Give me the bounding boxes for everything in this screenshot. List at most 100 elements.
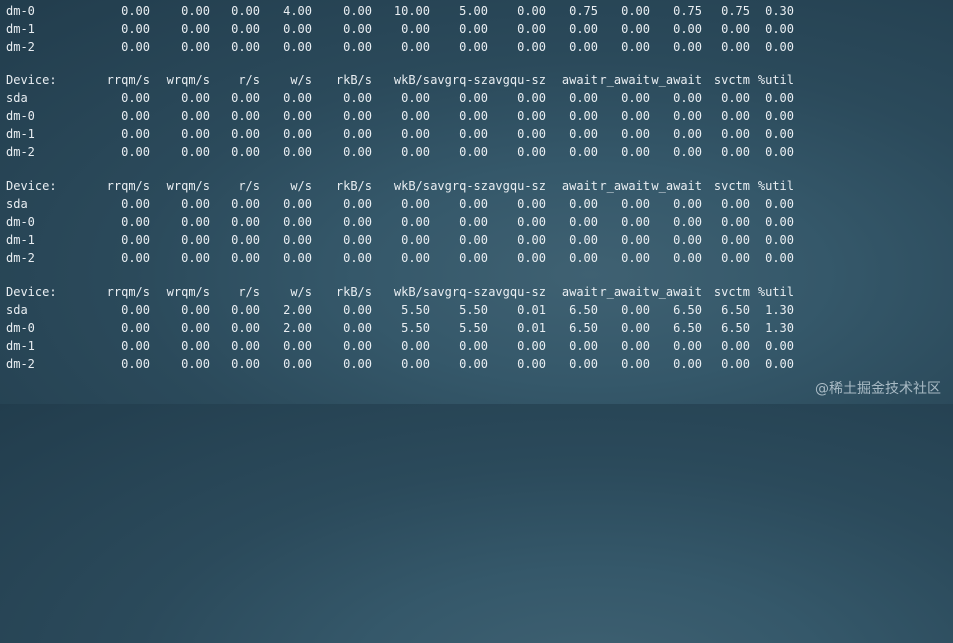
value-cell: 0.00: [517, 127, 546, 141]
value-cell: 4.00: [283, 4, 312, 18]
device-name: dm-1: [6, 233, 35, 247]
value-cell: 0.00: [283, 233, 312, 247]
value-cell: 0.00: [621, 91, 650, 105]
value-cell: 0.00: [121, 251, 150, 265]
iostat-row-dm-2: dm-2 0.00 0.00 0.00 0.00 0.00 0.00 0.00 …: [0, 249, 953, 267]
device-name: dm-0: [6, 109, 35, 123]
header-cell: avgqu-sz: [488, 285, 546, 299]
iostat-row-sda: sda 0.00 0.00 0.00 0.00 0.00 0.00 0.00 0…: [0, 195, 953, 213]
value-cell: 0.00: [569, 197, 598, 211]
value-cell: 0.00: [517, 4, 546, 18]
header-cell: w/s: [290, 179, 312, 193]
iostat-row-dm-0: dm-0 0.00 0.00 0.00 0.00 0.00 0.00 0.00 …: [0, 213, 953, 231]
value-cell: 1.30: [765, 321, 794, 335]
value-cell: 0.00: [621, 339, 650, 353]
value-cell: 0.00: [459, 109, 488, 123]
iostat-header: Device: rrqm/s wrqm/s r/s w/s rkB/s wkB/…: [0, 177, 953, 195]
value-cell: 0.00: [673, 357, 702, 371]
header-cell: avgrq-sz: [430, 179, 488, 193]
value-cell: 0.00: [517, 215, 546, 229]
value-cell: 0.00: [121, 109, 150, 123]
value-cell: 0.00: [231, 91, 260, 105]
value-cell: 0.00: [765, 339, 794, 353]
terminal-output[interactable]: dm-0 0.00 0.00 0.00 4.00 0.00 10.00 5.00…: [0, 0, 953, 404]
value-cell: 0.00: [181, 22, 210, 36]
value-cell: 0.00: [721, 127, 750, 141]
value-cell: 0.00: [343, 145, 372, 159]
value-cell: 0.00: [343, 109, 372, 123]
value-cell: 0.00: [121, 40, 150, 54]
value-cell: 0.00: [673, 339, 702, 353]
value-cell: 0.00: [517, 40, 546, 54]
value-cell: 0.00: [765, 40, 794, 54]
header-cell: w_await: [651, 285, 702, 299]
value-cell: 0.00: [621, 4, 650, 18]
header-cell: avgrq-sz: [430, 285, 488, 299]
value-cell: 0.00: [621, 127, 650, 141]
value-cell: 0.00: [283, 22, 312, 36]
header-cell: rrqm/s: [106, 73, 150, 87]
value-cell: 0.00: [673, 127, 702, 141]
value-cell: 0.00: [721, 197, 750, 211]
value-cell: 0.00: [721, 215, 750, 229]
value-cell: 0.00: [283, 339, 312, 353]
value-cell: 0.00: [765, 22, 794, 36]
value-cell: 0.00: [765, 127, 794, 141]
header-cell: rrqm/s: [106, 285, 150, 299]
iostat-row-dm-0: dm-0 0.00 0.00 0.00 4.00 0.00 10.00 5.00…: [0, 2, 953, 20]
value-cell: 0.00: [401, 91, 430, 105]
value-cell: 0.00: [121, 215, 150, 229]
value-cell: 0.00: [401, 197, 430, 211]
header-cell: avgqu-sz: [488, 73, 546, 87]
value-cell: 0.00: [181, 109, 210, 123]
value-cell: 0.00: [231, 127, 260, 141]
value-cell: 0.00: [673, 145, 702, 159]
value-cell: 0.00: [621, 215, 650, 229]
iostat-header: Device: rrqm/s wrqm/s r/s w/s rkB/s wkB/…: [0, 283, 953, 301]
iostat-row-dm-1: dm-1 0.00 0.00 0.00 0.00 0.00 0.00 0.00 …: [0, 125, 953, 143]
value-cell: 0.00: [517, 22, 546, 36]
value-cell: 0.00: [231, 251, 260, 265]
value-cell: 0.00: [765, 251, 794, 265]
value-cell: 0.00: [283, 127, 312, 141]
device-name: dm-0: [6, 321, 35, 335]
value-cell: 0.00: [181, 251, 210, 265]
value-cell: 0.00: [621, 145, 650, 159]
value-cell: 10.00: [393, 4, 430, 18]
value-cell: 0.00: [621, 109, 650, 123]
value-cell: 0.00: [121, 357, 150, 371]
value-cell: 0.00: [459, 251, 488, 265]
value-cell: 0.00: [621, 357, 650, 371]
device-name: sda: [6, 91, 28, 105]
value-cell: 0.00: [343, 4, 372, 18]
value-cell: 0.75: [673, 4, 702, 18]
value-cell: 0.00: [181, 4, 210, 18]
value-cell: 0.00: [181, 303, 210, 317]
value-cell: 0.00: [569, 22, 598, 36]
value-cell: 0.00: [459, 127, 488, 141]
value-cell: 0.00: [621, 321, 650, 335]
value-cell: 5.50: [401, 303, 430, 317]
header-cell: wrqm/s: [166, 179, 210, 193]
value-cell: 0.00: [343, 251, 372, 265]
value-cell: 0.00: [621, 22, 650, 36]
header-cell: w_await: [651, 73, 702, 87]
value-cell: 0.00: [569, 40, 598, 54]
value-cell: 6.50: [673, 321, 702, 335]
value-cell: 0.00: [343, 233, 372, 247]
value-cell: 0.75: [721, 4, 750, 18]
value-cell: 0.00: [765, 233, 794, 247]
value-cell: 0.00: [231, 321, 260, 335]
header-cell: Device:: [6, 179, 57, 193]
value-cell: 0.00: [181, 127, 210, 141]
header-cell: wkB/s: [393, 179, 430, 193]
value-cell: 0.00: [231, 109, 260, 123]
value-cell: 0.00: [517, 145, 546, 159]
value-cell: 0.00: [401, 215, 430, 229]
value-cell: 0.00: [231, 197, 260, 211]
value-cell: 0.00: [517, 339, 546, 353]
value-cell: 0.00: [343, 127, 372, 141]
value-cell: 0.00: [621, 303, 650, 317]
iostat-row-dm-1: dm-1 0.00 0.00 0.00 0.00 0.00 0.00 0.00 …: [0, 337, 953, 355]
iostat-row-dm-1: dm-1 0.00 0.00 0.00 0.00 0.00 0.00 0.00 …: [0, 20, 953, 38]
